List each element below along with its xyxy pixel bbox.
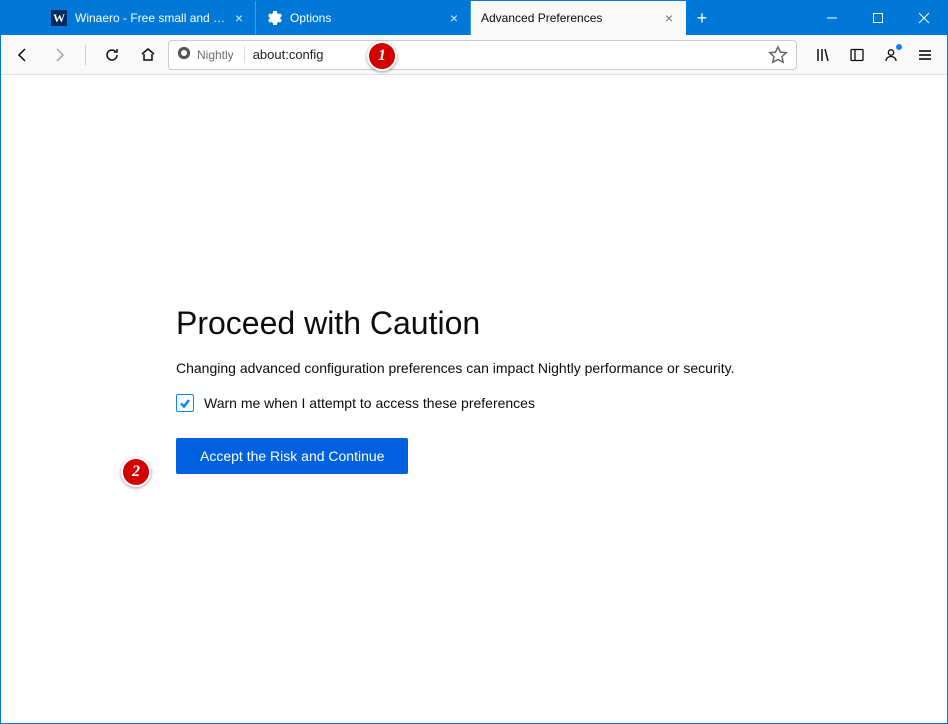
page-title: Proceed with Caution xyxy=(176,305,796,342)
account-button[interactable] xyxy=(875,39,907,71)
library-button[interactable] xyxy=(807,39,839,71)
identity-box[interactable]: Nightly xyxy=(177,46,245,63)
home-button[interactable] xyxy=(132,39,164,71)
checkbox-label: Warn me when I attempt to access these p… xyxy=(204,395,535,411)
annotation-badge-1: 1 xyxy=(367,41,397,71)
identity-label: Nightly xyxy=(197,48,234,62)
tab-label: Options xyxy=(290,11,446,25)
page-content: Proceed with Caution Changing advanced c… xyxy=(1,75,947,723)
annotation-badge-2: 2 xyxy=(121,457,151,487)
winaero-favicon: W xyxy=(51,10,67,26)
navigation-toolbar: Nightly about:config xyxy=(1,35,947,75)
maximize-button[interactable] xyxy=(855,1,901,35)
close-icon[interactable]: × xyxy=(446,10,462,26)
url-bar[interactable]: Nightly about:config xyxy=(168,40,797,70)
tab-label: Advanced Preferences xyxy=(481,11,661,25)
forward-button[interactable] xyxy=(43,39,75,71)
gear-icon xyxy=(266,10,282,26)
toolbar-separator xyxy=(85,45,86,65)
window-controls xyxy=(809,1,947,35)
tab-options[interactable]: Options × xyxy=(256,1,471,35)
window-titlebar: W Winaero - Free small and usef… × Optio… xyxy=(1,1,947,35)
bookmark-star-icon[interactable] xyxy=(768,45,788,65)
warn-me-checkbox-row[interactable]: Warn me when I attempt to access these p… xyxy=(176,394,796,412)
warning-text: Changing advanced configuration preferen… xyxy=(176,360,796,376)
caution-panel: Proceed with Caution Changing advanced c… xyxy=(176,305,796,474)
checkbox-checked-icon[interactable] xyxy=(176,394,194,412)
url-text: about:config xyxy=(253,47,760,62)
tab-advanced-preferences[interactable]: Advanced Preferences × xyxy=(471,1,686,35)
reload-button[interactable] xyxy=(96,39,128,71)
toolbar-right-icons xyxy=(807,39,941,71)
tab-winaero[interactable]: W Winaero - Free small and usef… × xyxy=(41,1,256,35)
accept-risk-button[interactable]: Accept the Risk and Continue xyxy=(176,438,408,474)
sidebar-button[interactable] xyxy=(841,39,873,71)
new-tab-button[interactable]: + xyxy=(686,1,718,35)
back-button[interactable] xyxy=(7,39,39,71)
firefox-icon xyxy=(177,46,191,63)
tab-strip: W Winaero - Free small and usef… × Optio… xyxy=(41,1,686,35)
minimize-button[interactable] xyxy=(809,1,855,35)
tab-label: Winaero - Free small and usef… xyxy=(75,11,231,25)
close-icon[interactable]: × xyxy=(661,10,677,26)
close-icon[interactable]: × xyxy=(231,10,247,26)
menu-button[interactable] xyxy=(909,39,941,71)
close-window-button[interactable] xyxy=(901,1,947,35)
